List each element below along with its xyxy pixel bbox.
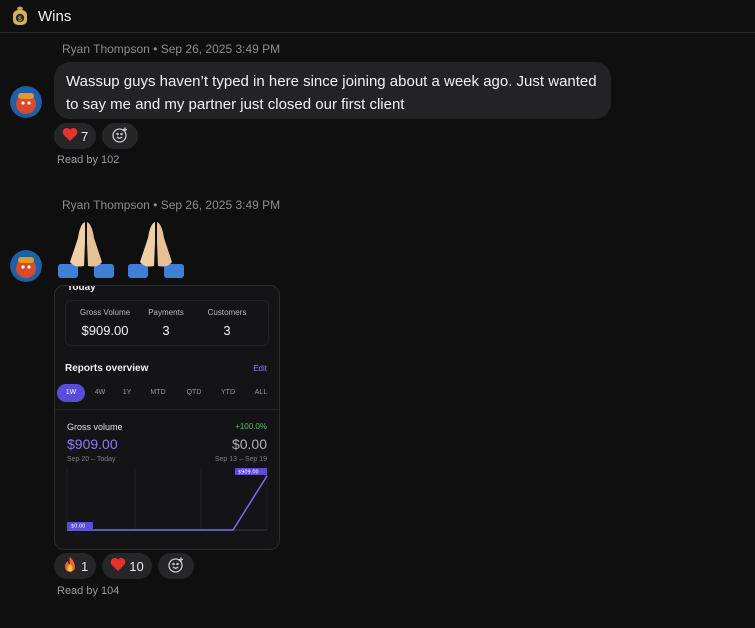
previous-range: Sep 13 – Sep 19 bbox=[214, 456, 267, 463]
reaction-bar: 1 10 bbox=[54, 553, 194, 579]
heart-icon bbox=[110, 557, 126, 575]
current-value: $909.00 bbox=[67, 436, 118, 452]
timestamp: Sep 26, 2025 3:49 PM bbox=[160, 198, 281, 212]
heart-icon bbox=[62, 127, 78, 145]
heart-reaction[interactable]: 10 bbox=[102, 553, 152, 579]
reports-title: Reports overview bbox=[65, 363, 149, 374]
reaction-count: 1 bbox=[81, 558, 89, 574]
timestamp: Sep 26, 2025 3:49 PM bbox=[160, 42, 281, 56]
period-tab: 4W bbox=[94, 389, 106, 396]
period-tab: QTD bbox=[186, 389, 202, 396]
read-receipt: Read by 104 bbox=[57, 585, 120, 597]
period-tab: MTD bbox=[150, 389, 166, 396]
divider bbox=[55, 409, 279, 410]
gross-volume-label: Gross volume bbox=[67, 422, 123, 432]
current-range: Sep 20 – Today bbox=[67, 456, 116, 463]
today-label: Today bbox=[67, 285, 96, 293]
period-tab: ALL bbox=[254, 389, 268, 396]
heart-reaction[interactable]: 7 bbox=[54, 123, 97, 149]
add-emoji-icon bbox=[167, 556, 185, 577]
channel-title: Wins bbox=[38, 7, 72, 25]
stat-gross-volume: Gross Volume $909.00 bbox=[79, 308, 131, 338]
change-percent: +100.0% bbox=[235, 422, 267, 431]
svg-text:$: $ bbox=[18, 15, 22, 23]
fire-icon bbox=[62, 556, 78, 576]
fire-reaction[interactable]: 1 bbox=[54, 553, 97, 579]
period-tab: 1W bbox=[57, 384, 85, 402]
stat-customers: Customers 3 bbox=[207, 308, 247, 338]
author-name[interactable]: Ryan Thompson bbox=[62, 198, 150, 212]
image-attachment[interactable]: Today Gross Volume $909.00 Payments 3 Cu… bbox=[54, 285, 280, 550]
volume-chart: $0.00 $909.00 bbox=[66, 468, 268, 531]
money-bag-icon: $ bbox=[10, 5, 30, 27]
previous-value: $0.00 bbox=[231, 436, 267, 452]
add-reaction-button[interactable] bbox=[102, 123, 139, 149]
message-meta: Ryan Thompson • Sep 26, 2025 3:49 PM bbox=[62, 42, 281, 56]
channel-header: $ Wins bbox=[0, 0, 755, 33]
message-meta: Ryan Thompson • Sep 26, 2025 3:49 PM bbox=[62, 198, 281, 212]
add-reaction-button[interactable] bbox=[157, 553, 194, 579]
avatar[interactable] bbox=[10, 86, 42, 118]
author-name[interactable]: Ryan Thompson bbox=[62, 42, 150, 56]
period-tab: 1Y bbox=[122, 389, 132, 396]
start-label: $0.00 bbox=[71, 524, 85, 530]
add-emoji-icon bbox=[111, 126, 129, 147]
reaction-count: 10 bbox=[129, 558, 144, 574]
end-label: $909.00 bbox=[238, 470, 259, 476]
message-bubble[interactable]: Wassup guys haven’t typed in here since … bbox=[54, 62, 611, 119]
reaction-bar: 7 bbox=[54, 123, 139, 149]
stat-payments: Payments 3 bbox=[148, 308, 184, 338]
read-receipt: Read by 102 bbox=[57, 154, 120, 166]
reaction-count: 7 bbox=[81, 128, 89, 144]
folded-hands-icon bbox=[124, 218, 188, 280]
chart-line bbox=[67, 475, 268, 531]
folded-hands-icon bbox=[54, 218, 118, 280]
period-tab: YTD bbox=[221, 389, 235, 396]
period-tabs: 1W 4W 1Y MTD QTD YTD ALL bbox=[57, 384, 277, 404]
edit-link: Edit bbox=[253, 364, 267, 373]
avatar[interactable] bbox=[10, 250, 42, 282]
